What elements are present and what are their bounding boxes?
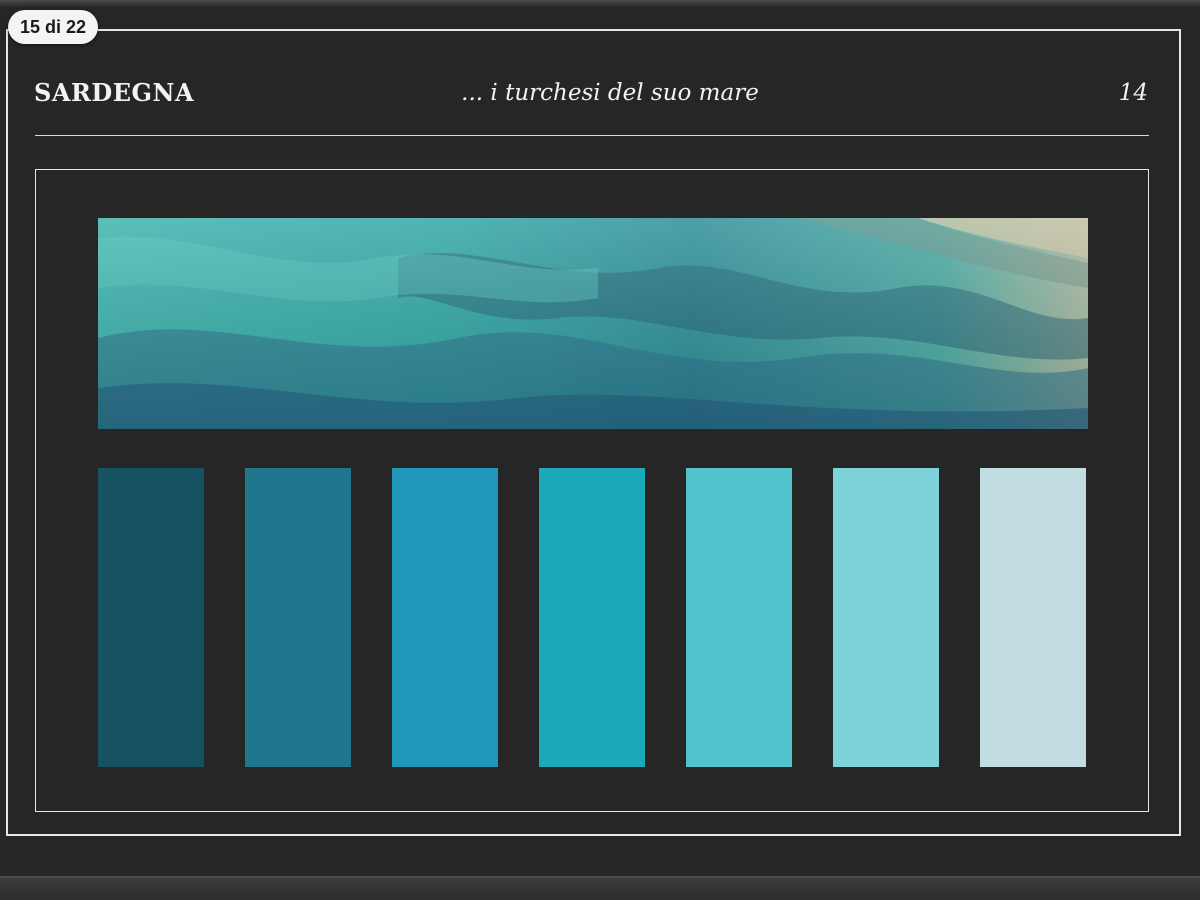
bottom-bar xyxy=(0,876,1200,900)
color-swatch-3 xyxy=(392,468,498,767)
header-divider xyxy=(35,135,1149,136)
ebook-reader-screen: 15 di 22 SARDEGNA ... i turchesi del suo… xyxy=(0,0,1200,900)
color-swatch-5 xyxy=(686,468,792,767)
color-swatch-4 xyxy=(539,468,645,767)
page-subtitle: ... i turchesi del suo mare xyxy=(461,80,759,106)
color-swatch-6 xyxy=(833,468,939,767)
page-number: 14 xyxy=(1118,80,1148,106)
sea-photo-image xyxy=(98,218,1088,429)
color-swatch-7 xyxy=(980,468,1086,767)
sea-photo xyxy=(98,218,1088,429)
page-counter-badge[interactable]: 15 di 22 xyxy=(8,10,99,44)
color-swatch-2 xyxy=(245,468,351,767)
color-swatch-1 xyxy=(98,468,204,767)
